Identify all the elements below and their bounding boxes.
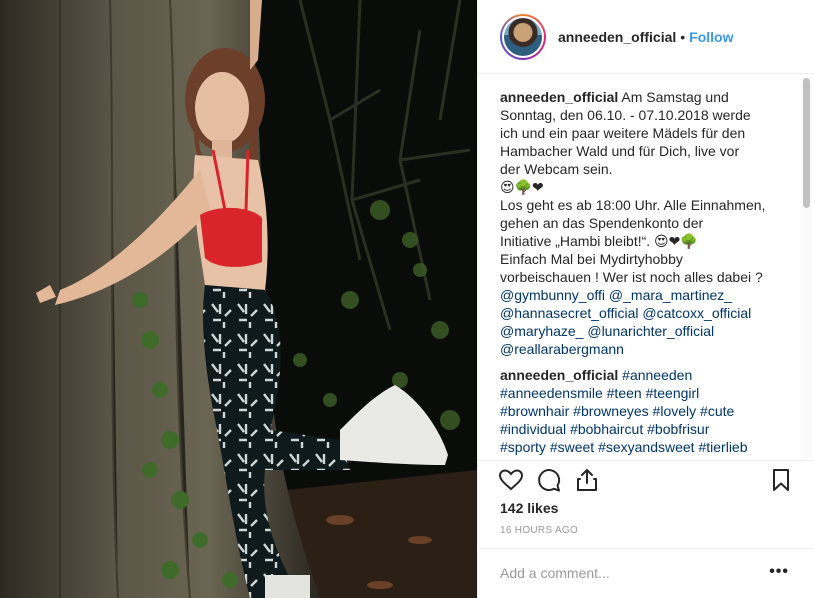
- bookmark-icon[interactable]: [768, 467, 794, 493]
- post-timestamp[interactable]: 16 HOURS AGO: [500, 525, 578, 536]
- hashtag-line: #sporty #sweet #sexyandsweet #tierlieb: [500, 438, 782, 456]
- caption-line: 😍🌳❤: [500, 179, 544, 195]
- hashtag-link[interactable]: #sweet: [550, 439, 594, 455]
- mention-line: @gymbunny_offi @_mara_martinez_: [500, 286, 782, 304]
- caption-line: ich und ein paar weitere Mädels für den: [500, 125, 746, 141]
- caption-comment: anneeden_official Am Samstag und Sonntag,…: [500, 88, 782, 358]
- avatar[interactable]: [502, 15, 544, 58]
- mention-link[interactable]: @_mara_martinez_: [609, 287, 732, 303]
- hashtag-link[interactable]: #bobhaircut: [570, 421, 643, 437]
- photo-illustration: [0, 0, 477, 598]
- caption-line: Hambacher Wald und für Dich, live vor: [500, 143, 740, 159]
- add-comment-input[interactable]: Add a comment...: [500, 565, 610, 581]
- heart-icon[interactable]: [498, 467, 524, 493]
- header-username[interactable]: anneeden_official: [558, 29, 676, 45]
- mention-link[interactable]: @catcoxx_official: [642, 305, 751, 321]
- post-sidebar: anneeden_official • Follow anneeden_offi…: [477, 0, 814, 598]
- instagram-post: anneeden_official • Follow anneeden_offi…: [0, 0, 814, 598]
- hashtag-link[interactable]: #sporty: [500, 439, 546, 455]
- hashtag-line: #anneedensmile #teen #teengirl: [500, 384, 782, 402]
- comments-scrollbar[interactable]: [801, 78, 812, 458]
- hashtag-link[interactable]: #bobfrisur: [647, 421, 709, 437]
- caption-line: Sonntag, den 06.10. - 07.10.2018 werde: [500, 107, 751, 123]
- mention-link[interactable]: @maryhaze_: [500, 323, 583, 339]
- add-comment-bar: Add a comment... •••: [478, 548, 814, 598]
- hashtag-link[interactable]: #sexyandsweet: [598, 439, 695, 455]
- caption-line: vorbeischauen ! Wer ist noch alles dabei…: [500, 269, 763, 285]
- hashtag-line: #individual #bobhaircut #bobfrisur: [500, 420, 782, 438]
- caption-line: Initiative „Hambi bleibt!“. 😍❤🌳: [500, 233, 698, 249]
- hashtag-link[interactable]: #browneyes: [573, 403, 649, 419]
- mention-link[interactable]: @hannasecret_official: [500, 305, 638, 321]
- hashtag-line: #anneeden: [622, 367, 692, 383]
- hashtag-link[interactable]: #cute: [700, 403, 734, 419]
- comments-list[interactable]: anneeden_official Am Samstag und Sonntag,…: [478, 74, 800, 460]
- likes-count[interactable]: 142 likes: [500, 500, 558, 516]
- scrollbar-thumb[interactable]: [803, 78, 810, 208]
- hashtag-link[interactable]: #tierlieb: [698, 439, 747, 455]
- hashtag-link[interactable]: #lovely: [653, 403, 697, 419]
- comment-author[interactable]: anneeden_official: [500, 367, 618, 383]
- hashtag-link[interactable]: #individual: [500, 421, 566, 437]
- caption-line: der Webcam sein.: [500, 161, 613, 177]
- follow-button[interactable]: Follow: [689, 29, 733, 45]
- mention-line: @reallarabergmann: [500, 340, 782, 358]
- caption-author[interactable]: anneeden_official: [500, 89, 618, 105]
- mention-line: @hannasecret_official @catcoxx_official: [500, 304, 782, 322]
- mention-link[interactable]: @lunarichter_official: [587, 323, 714, 339]
- share-icon[interactable]: [574, 467, 600, 493]
- hashtag-link[interactable]: #teengirl: [646, 385, 700, 401]
- caption-line: gehen an das Spendenkonto der: [500, 215, 704, 231]
- caption-line: Am Samstag und: [621, 89, 729, 105]
- comment-icon[interactable]: [536, 467, 562, 493]
- caption-line: Einfach Mal bei Mydirtyhobby: [500, 251, 683, 267]
- hashtag-link[interactable]: #anneeden: [622, 367, 692, 383]
- post-header: anneeden_official • Follow: [478, 0, 814, 74]
- mention-line: @maryhaze_ @lunarichter_official: [500, 322, 782, 340]
- hashtag-link[interactable]: #brownhair: [500, 403, 569, 419]
- more-options-icon[interactable]: •••: [769, 563, 789, 581]
- mention-link[interactable]: @reallarabergmann: [500, 341, 624, 357]
- avatar-story-ring[interactable]: [500, 13, 546, 60]
- caption-line: Los geht es ab 18:00 Uhr. Alle Einnahmen…: [500, 197, 766, 213]
- hashtag-line: #brownhair #browneyes #lovely #cute: [500, 402, 782, 420]
- mention-link[interactable]: @gymbunny_offi: [500, 287, 605, 303]
- hashtag-link[interactable]: #teen: [607, 385, 642, 401]
- action-bar: [478, 460, 814, 500]
- post-photo[interactable]: [0, 0, 477, 598]
- hashtag-comment: anneeden_official #anneeden #anneedensmil…: [500, 366, 782, 456]
- hashtag-link[interactable]: #anneedensmile: [500, 385, 603, 401]
- header-separator: •: [680, 28, 686, 45]
